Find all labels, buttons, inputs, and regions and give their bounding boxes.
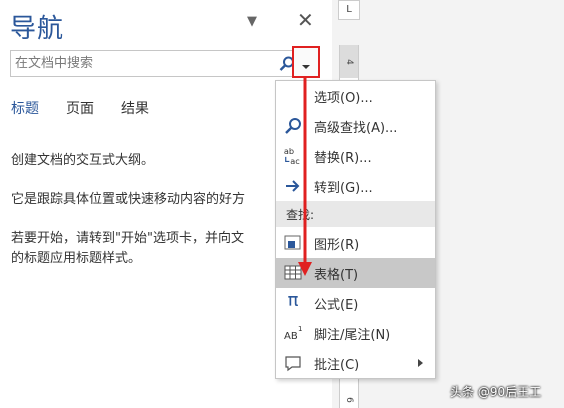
search-options-dropdown-button[interactable] [292, 46, 320, 78]
watermark: 头条 @90后王工 [450, 385, 542, 399]
pane-title: 导航 [10, 14, 65, 44]
search-input[interactable] [15, 54, 275, 73]
svg-text:AB: AB [284, 331, 298, 342]
close-icon[interactable]: ✕ [297, 10, 314, 30]
footnote-icon: AB 1 [284, 325, 302, 342]
tab-results[interactable]: 结果 [121, 98, 149, 118]
menu-item-footnote[interactable]: AB 1 脚注/尾注(N) [276, 318, 435, 348]
search-box [10, 50, 320, 77]
annotation-arrow [298, 76, 312, 276]
menu-item-comment[interactable]: 批注(C) [276, 348, 435, 378]
menu-item-equation[interactable]: π 公式(E) [276, 288, 435, 318]
description-line: 的标题应用标题样式。 [11, 251, 142, 266]
svg-text:ab: ab [284, 146, 294, 156]
description-line: 它是跟踪具体位置或快速移动内容的好方 [11, 192, 246, 207]
comment-icon [285, 356, 301, 372]
pi-icon: π [287, 290, 299, 311]
chevron-down-icon [302, 65, 310, 69]
svg-text:1: 1 [298, 325, 302, 333]
tab-pages[interactable]: 页面 [66, 98, 94, 118]
ruler-number: 4 [343, 59, 354, 65]
description-line: 若要开始，请转到"开始"选项卡，并向文 [11, 231, 244, 246]
tab-selector[interactable]: L [338, 0, 360, 20]
description-line: 创建文档的交互式大纲。 [11, 153, 155, 168]
submenu-arrow-icon [418, 359, 423, 367]
pane-options-chevron-icon[interactable]: ▼ [247, 14, 257, 29]
tab-headings[interactable]: 标题 [11, 98, 39, 118]
ruler-number: 6 [343, 397, 354, 403]
